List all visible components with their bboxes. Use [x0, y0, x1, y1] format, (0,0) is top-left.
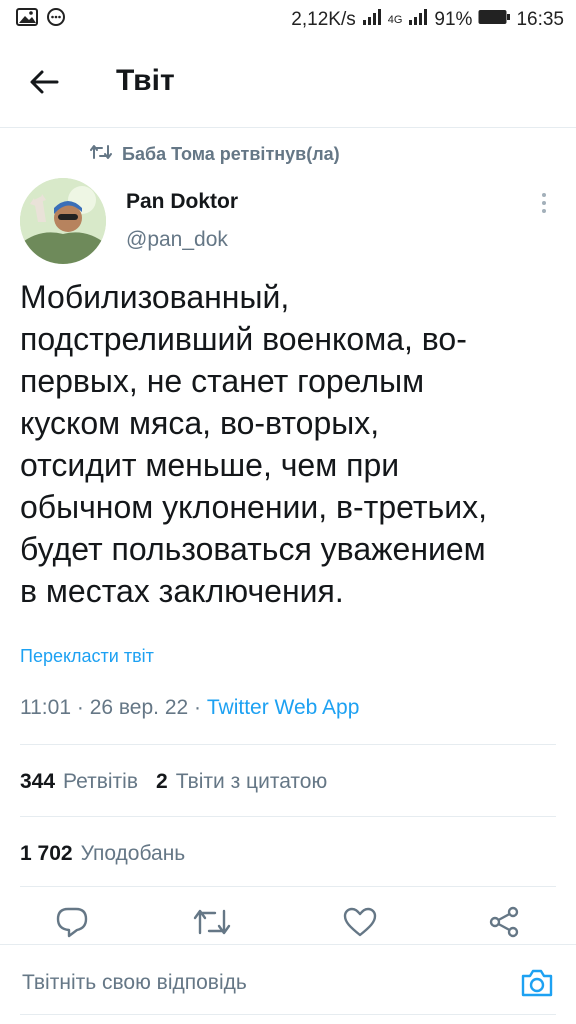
stats-row-likes: 1 702 Уподобань: [20, 842, 185, 866]
more-dot: [542, 209, 546, 213]
camera-icon: [520, 968, 554, 1003]
divider: [20, 744, 556, 745]
like-button[interactable]: [340, 906, 380, 942]
meta-separator: ·: [194, 696, 202, 719]
retweets-stat[interactable]: 344 Ретвітів: [20, 770, 138, 794]
tweet-text: Мобилизованный, подстреливший военкома, …: [20, 279, 487, 609]
meta-separator: ·: [76, 696, 84, 719]
battery-percent: 91%: [434, 9, 473, 30]
retweets-label: Ретвітів: [63, 770, 138, 793]
network-type: 4G: [387, 14, 403, 26]
reply-input[interactable]: [22, 971, 462, 995]
signal-icon-2: [408, 9, 428, 31]
header: Твіт: [0, 40, 576, 128]
network-speed: 2,12K/s: [291, 9, 356, 30]
more-dot: [542, 193, 546, 197]
reply-icon: [55, 906, 89, 943]
retweet-context-label: Баба Тома ретвітнув(ла): [122, 144, 340, 164]
like-icon: [343, 907, 377, 942]
page-title: Твіт: [116, 64, 175, 97]
likes-label: Уподобань: [80, 842, 186, 865]
stats-row-retweets: 344 Ретвітів 2 Твіти з цитатою: [20, 770, 327, 794]
messenger-icon: [46, 7, 66, 33]
status-right: 2,12K/s 4G 91% 16:35: [291, 9, 564, 31]
translate-tweet-link[interactable]: Перекласти твіт: [20, 646, 154, 667]
more-options-button[interactable]: [532, 188, 556, 218]
status-bar: 2,12K/s 4G 91% 16:35: [0, 0, 576, 40]
tweet-source-link[interactable]: Twitter Web App: [207, 696, 360, 719]
share-button[interactable]: [484, 906, 524, 942]
likes-count: 1 702: [20, 842, 73, 865]
likes-stat[interactable]: 1 702 Уподобань: [20, 842, 185, 866]
tweet-date: 26 вер. 22: [89, 696, 189, 719]
retweet-context[interactable]: Баба Тома ретвітнув(ла): [90, 144, 340, 165]
status-left: [16, 7, 66, 33]
quotes-count: 2: [156, 770, 168, 793]
arrow-left-icon: [29, 69, 59, 100]
tweet-time: 11:01: [20, 696, 71, 719]
retweet-button[interactable]: [192, 906, 232, 942]
avatar[interactable]: [20, 178, 106, 264]
clock: 16:35: [516, 9, 564, 30]
retweet-icon: [90, 144, 112, 165]
share-icon: [487, 906, 521, 943]
divider: [20, 886, 556, 887]
image-icon: [16, 8, 38, 32]
reply-bar: [0, 944, 576, 1024]
author-name[interactable]: Pan Doktor: [126, 190, 238, 214]
tweet-meta: 11:01 · 26 вер. 22 · Twitter Web App: [20, 696, 359, 720]
battery-icon: [478, 9, 511, 31]
camera-button[interactable]: [518, 967, 556, 1003]
quotes-label: Твіти з цитатою: [175, 770, 328, 793]
back-button[interactable]: [22, 64, 66, 104]
more-dot: [542, 201, 546, 205]
tweet-actions: [0, 900, 576, 944]
divider: [20, 816, 556, 817]
retweet-icon: [193, 907, 231, 942]
signal-icon: [362, 9, 382, 31]
author-handle[interactable]: @pan_dok: [126, 228, 228, 252]
quotes-stat[interactable]: 2 Твіти з цитатою: [156, 770, 327, 794]
reply-underline: [20, 1014, 556, 1015]
reply-button[interactable]: [52, 906, 92, 942]
retweets-count: 344: [20, 770, 56, 793]
